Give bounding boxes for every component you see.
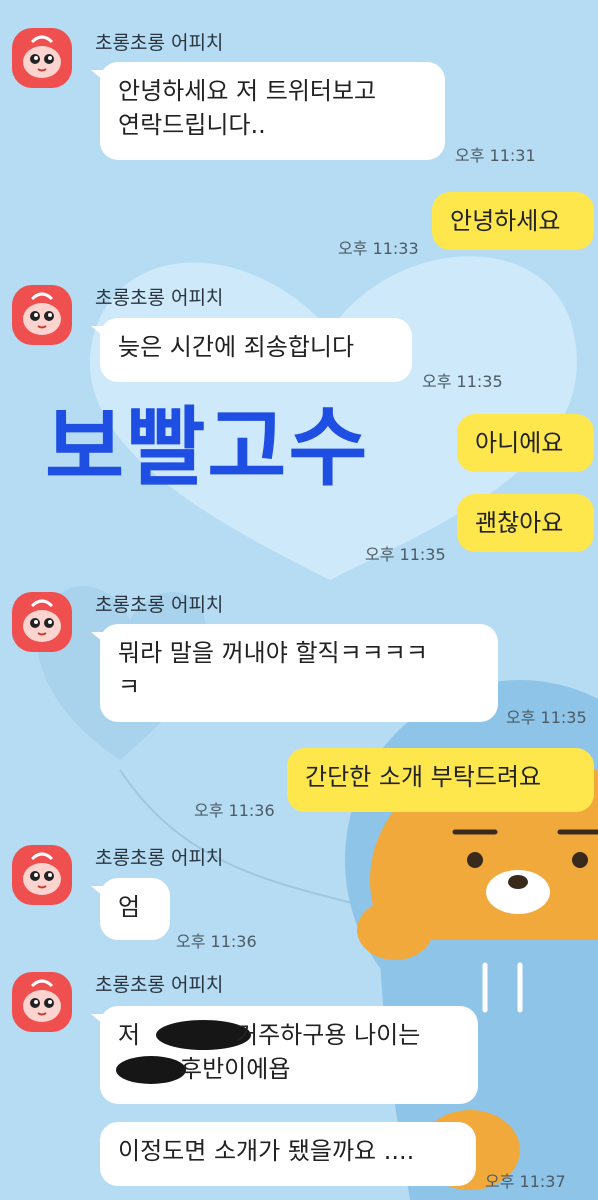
my-message-bubble[interactable]: 안녕하세요: [432, 192, 594, 250]
message-time: 오후 11:36: [194, 801, 275, 820]
message-time: 오후 11:33: [338, 239, 419, 258]
message-time: 오후 11:37: [485, 1172, 566, 1191]
message-bubble[interactable]: 늦은 시간에 죄송합니다: [91, 318, 412, 382]
overlay-caption: 보빨고수: [45, 398, 370, 498]
peach-character-icon: [23, 292, 61, 335]
message-line: 후반이에욥: [116, 1052, 460, 1086]
message-segment: 거주하구용 나이는: [236, 1021, 421, 1049]
peach-character-icon: [23, 599, 61, 642]
message-time: 오후 11:35: [506, 708, 587, 727]
message-time: 오후 11:31: [455, 146, 536, 165]
sender-name: 초롱초롱 어피치: [95, 32, 224, 54]
sender-name: 초롱초롱 어피치: [95, 847, 224, 869]
message-line: ㅋ: [118, 673, 141, 701]
avatar[interactable]: [12, 28, 72, 88]
message-segment: 후반이에욥: [180, 1055, 291, 1083]
my-message-bubble[interactable]: 간단한 소개 부탁드려요: [287, 748, 594, 812]
peach-character-icon: [23, 979, 61, 1022]
message-line: 연락드립니다..: [118, 111, 266, 139]
message-line: 뭐라 말을 꺼내야 할직ㅋㅋㅋㅋ: [118, 639, 428, 667]
message-bubble[interactable]: 안녕하세요 저 트위터보고 연락드립니다..: [91, 62, 445, 160]
sender-name: 초롱초롱 어피치: [95, 974, 224, 996]
peach-character-icon: [23, 852, 61, 895]
avatar[interactable]: [12, 285, 72, 345]
message-time: 오후 11:36: [176, 932, 257, 951]
character-nose: [508, 875, 528, 889]
character-eye: [467, 852, 483, 868]
message-line: 저 거주하구용 나이는: [118, 1018, 460, 1052]
sender-name: 초롱초롱 어피치: [95, 594, 224, 616]
message-bubble[interactable]: 이정도면 소개가 됐을까요 ....: [100, 1122, 476, 1186]
avatar[interactable]: [12, 592, 72, 652]
redaction-scribble: [116, 1056, 186, 1084]
message-segment: 저: [118, 1021, 141, 1049]
character-eye: [572, 852, 588, 868]
message-bubble[interactable]: 저 거주하구용 나이는 후반이에욥: [91, 1006, 478, 1104]
message-bubble[interactable]: 엄: [91, 878, 170, 940]
character-paw: [357, 900, 433, 960]
message-bubble[interactable]: 뭐라 말을 꺼내야 할직ㅋㅋㅋㅋ ㅋ: [91, 624, 498, 722]
sender-name: 초롱초롱 어피치: [95, 287, 224, 309]
avatar[interactable]: [12, 845, 72, 905]
message-time: 오후 11:35: [365, 545, 446, 564]
my-message-bubble[interactable]: 아니에요: [457, 414, 594, 472]
message-time: 오후 11:35: [422, 372, 503, 391]
my-message-bubble[interactable]: 괜찮아요: [457, 494, 594, 552]
avatar[interactable]: [12, 972, 72, 1032]
message-line: 안녕하세요 저 트위터보고: [118, 77, 377, 105]
peach-character-icon: [23, 35, 61, 78]
